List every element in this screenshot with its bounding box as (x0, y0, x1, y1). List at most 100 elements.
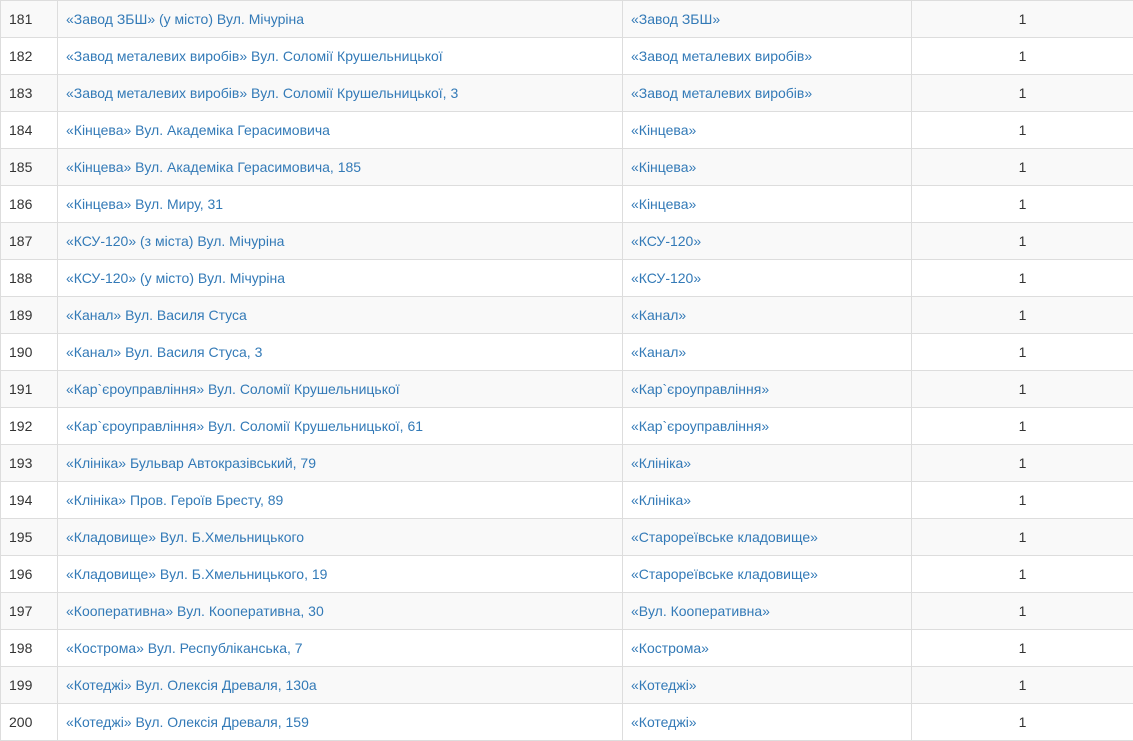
table-row: 183 «Завод металевих виробів» Вул. Соломі… (1, 75, 1133, 112)
stop-cell: «Котеджі» Вул. Олексія Древаля, 130а (58, 667, 623, 704)
stop-cell: «Завод ЗБШ» (у місто) Вул. Мічуріна (58, 1, 623, 38)
stops-table-body: 181 «Завод ЗБШ» (у місто) Вул. Мічуріна «З… (1, 1, 1133, 741)
route-count: 1 (912, 519, 1133, 556)
stop-link[interactable]: «Кар`єроуправління» Вул. Соломії Крушель… (66, 418, 423, 434)
stop-group-link[interactable]: «Старореївське кладовище» (631, 529, 818, 545)
table-row: 199«Котеджі» Вул. Олексія Древаля, 130а«… (1, 667, 1133, 704)
stop-group-cell: «Кар`єроуправління» (623, 408, 912, 445)
stop-link[interactable]: «Кар`єроуправління» Вул. Соломії Крушель… (66, 381, 400, 397)
row-number: 183 (1, 75, 58, 112)
stop-link[interactable]: «Котеджі» Вул. Олексія Древаля, 130а (66, 677, 317, 693)
stop-group-cell: «Клініка» (623, 445, 912, 482)
stop-cell: «Канал» Вул. Василя Стуса (58, 297, 623, 334)
stop-link[interactable]: «КСУ-120» (з міста) Вул. Мічуріна (66, 233, 284, 249)
stop-link[interactable]: «Клініка» Пров. Героїв Бресту, 89 (66, 492, 283, 508)
stop-cell: «Кінцева» Вул. Академіка Герасимовича, 1… (58, 149, 623, 186)
stop-group-link[interactable]: «КСУ-120» (631, 233, 701, 249)
route-count: 1 (912, 149, 1133, 186)
stop-link[interactable]: «КСУ-120» (у місто) Вул. Мічуріна (66, 270, 285, 286)
table-row: 194«Клініка» Пров. Героїв Бресту, 89«Клі… (1, 482, 1133, 519)
stop-cell: «Кострома» Вул. Республіканська, 7 (58, 630, 623, 667)
stop-cell: «Кінцева» Вул. Миру, 31 (58, 186, 623, 223)
stop-cell: «Кінцева» Вул. Академіка Герасимовича (58, 112, 623, 149)
stop-group-cell: «Кінцева» (623, 112, 912, 149)
stop-link[interactable]: «Кладовище» Вул. Б.Хмельницького (66, 529, 304, 545)
stop-cell: «Кар`єроуправління» Вул. Соломії Крушель… (58, 408, 623, 445)
stop-group-cell: «Кінцева» (623, 149, 912, 186)
row-number: 196 (1, 556, 58, 593)
stop-group-link[interactable]: «Кар`єроуправління» (631, 381, 769, 397)
row-number: 193 (1, 445, 58, 482)
stop-group-cell: «Котеджі» (623, 667, 912, 704)
stop-group-link[interactable]: «КСУ-120» (631, 270, 701, 286)
stop-group-link[interactable]: «Завод металевих виробів» (631, 48, 812, 64)
stop-group-cell: «КСУ-120» (623, 260, 912, 297)
stop-group-link[interactable]: «Кінцева» (631, 159, 696, 175)
stop-group-link[interactable]: «Кінцева» (631, 122, 696, 138)
stop-group-link[interactable]: «Кострома» (631, 640, 709, 656)
row-number: 189 (1, 297, 58, 334)
stop-group-link[interactable]: «Вул. Кооперативна» (631, 603, 770, 619)
table-row: 195«Кладовище» Вул. Б.Хмельницького«Стар… (1, 519, 1133, 556)
stop-group-link[interactable]: «Кінцева» (631, 196, 696, 212)
stop-group-link[interactable]: «Старореївське кладовище» (631, 566, 818, 582)
stop-link[interactable]: «Кооперативна» Вул. Кооперативна, 30 (66, 603, 324, 619)
stop-group-link[interactable]: «Котеджі» (631, 677, 697, 693)
stop-link[interactable]: «Кострома» Вул. Республіканська, 7 (66, 640, 303, 656)
stop-cell: «Канал» Вул. Василя Стуса, 3 (58, 334, 623, 371)
stop-group-link[interactable]: «Канал» (631, 307, 686, 323)
route-count: 1 (912, 334, 1133, 371)
row-number: 187 (1, 223, 58, 260)
stop-link[interactable]: «Завод металевих виробів» Вул. Соломії К… (66, 48, 443, 64)
route-count: 1 (912, 408, 1133, 445)
stop-cell: «Завод металевих виробів» Вул. Соломії К… (58, 75, 623, 112)
stop-link[interactable]: «Кладовище» Вул. Б.Хмельницького, 19 (66, 566, 327, 582)
stop-link[interactable]: «Кінцева» Вул. Академіка Герасимовича, 1… (66, 159, 361, 175)
route-count: 1 (912, 556, 1133, 593)
table-row: 200 «Котеджі» Вул. Олексія Древаля, 159 «К… (1, 704, 1133, 741)
stop-group-cell: «Завод металевих виробів» (623, 75, 912, 112)
stop-cell: «Кладовище» Вул. Б.Хмельницького (58, 519, 623, 556)
stop-group-cell: «Клініка» (623, 482, 912, 519)
stop-cell: «КСУ-120» (у місто) Вул. Мічуріна (58, 260, 623, 297)
stop-link[interactable]: «Канал» Вул. Василя Стуса (66, 307, 247, 323)
row-number: 186 (1, 186, 58, 223)
stop-group-cell: «Старореївське кладовище» (623, 556, 912, 593)
stop-link[interactable]: «Завод ЗБШ» (у місто) Вул. Мічуріна (66, 11, 304, 27)
stop-link[interactable]: «Кінцева» Вул. Академіка Герасимовича (66, 122, 330, 138)
row-number: 198 (1, 630, 58, 667)
stop-group-link[interactable]: «Кар`єроуправління» (631, 418, 769, 434)
route-count: 1 (912, 223, 1133, 260)
row-number: 197 (1, 593, 58, 630)
row-number: 181 (1, 1, 58, 38)
table-row: 185«Кінцева» Вул. Академіка Герасимовича… (1, 149, 1133, 186)
row-number: 200 (1, 704, 58, 741)
row-number: 182 (1, 38, 58, 75)
stop-link[interactable]: «Клініка» Бульвар Автокразівський, 79 (66, 455, 316, 471)
stop-cell: «КСУ-120» (з міста) Вул. Мічуріна (58, 223, 623, 260)
stop-link[interactable]: «Кінцева» Вул. Миру, 31 (66, 196, 223, 212)
table-row: 187 «КСУ-120» (з міста) Вул. Мічуріна «КСУ… (1, 223, 1133, 260)
stops-table: 181 «Завод ЗБШ» (у місто) Вул. Мічуріна «З… (0, 0, 1133, 741)
route-count: 1 (912, 297, 1133, 334)
table-row: 190«Канал» Вул. Василя Стуса, 3«Канал»1 (1, 334, 1133, 371)
stop-cell: «Клініка» Пров. Героїв Бресту, 89 (58, 482, 623, 519)
row-number: 191 (1, 371, 58, 408)
stop-group-link[interactable]: «Завод металевих виробів» (631, 85, 812, 101)
stop-group-link[interactable]: «Клініка» (631, 455, 691, 471)
stop-group-cell: «Кінцева» (623, 186, 912, 223)
stop-link[interactable]: «Канал» Вул. Василя Стуса, 3 (66, 344, 262, 360)
stop-cell: «Клініка» Бульвар Автокразівський, 79 (58, 445, 623, 482)
stop-group-link[interactable]: «Канал» (631, 344, 686, 360)
table-row: 196 «Кладовище» Вул. Б.Хмельницького, 19 «… (1, 556, 1133, 593)
stop-link[interactable]: «Завод металевих виробів» Вул. Соломії К… (66, 85, 458, 101)
stop-group-link[interactable]: «Клініка» (631, 492, 691, 508)
route-count: 1 (912, 482, 1133, 519)
stop-group-link[interactable]: «Завод ЗБШ» (631, 11, 720, 27)
stop-group-cell: «Кострома» (623, 630, 912, 667)
table-row: 188«КСУ-120» (у місто) Вул. Мічуріна«КСУ… (1, 260, 1133, 297)
stop-link[interactable]: «Котеджі» Вул. Олексія Древаля, 159 (66, 714, 309, 730)
stop-group-link[interactable]: «Котеджі» (631, 714, 697, 730)
route-count: 1 (912, 371, 1133, 408)
table-row: 198 «Кострома» Вул. Республіканська, 7 «Ко… (1, 630, 1133, 667)
